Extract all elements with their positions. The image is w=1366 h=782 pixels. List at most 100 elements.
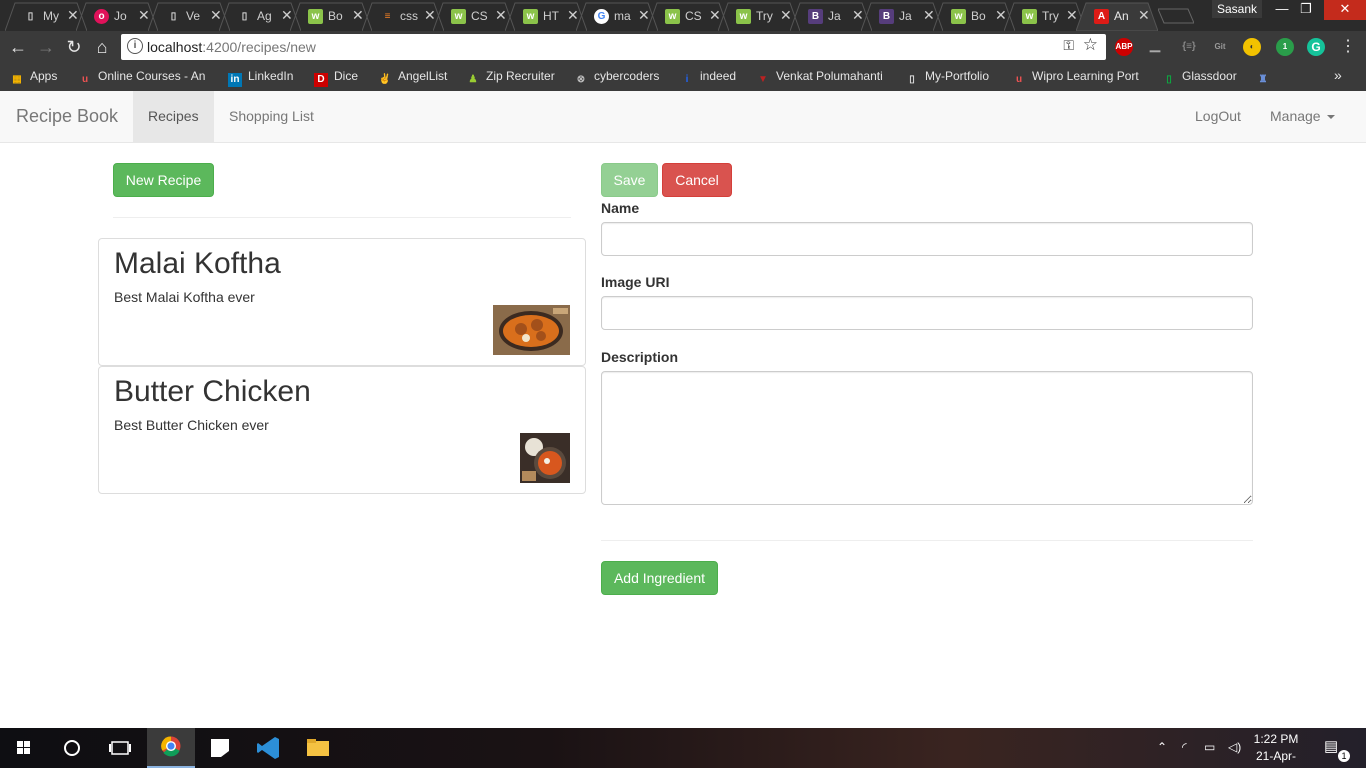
browser-tab[interactable]: ▯ Ag ✕ — [219, 2, 301, 31]
bookmark-item[interactable]: ▼ Venkat Polumahanti — [756, 69, 883, 85]
task-view-icon[interactable] — [96, 728, 144, 768]
bookmark-item[interactable]: u Online Courses - An — [78, 69, 205, 85]
pdf-icon[interactable]: ⚊ — [1146, 38, 1164, 56]
reload-icon[interactable]: ↻ — [64, 37, 84, 57]
clock-time: 1:22 PM — [1253, 732, 1299, 746]
bootstrap-icon: B — [879, 9, 894, 24]
browser-tab[interactable]: w Bo ✕ — [933, 2, 1015, 31]
key-icon[interactable]: ⚿ — [1063, 37, 1074, 54]
image-uri-label: Image URI — [601, 274, 670, 290]
adblock-icon[interactable]: ABP — [1115, 38, 1133, 56]
browser-tab[interactable]: B Ja ✕ — [861, 2, 943, 31]
description-textarea[interactable] — [601, 371, 1253, 505]
browser-tab[interactable]: w Bo ✕ — [290, 2, 372, 31]
address-bar[interactable]: i localhost:4200/recipes/new ⚿ ☆ — [121, 34, 1106, 60]
browser-tab[interactable]: ▯ Ve ✕ — [148, 2, 230, 31]
w3-icon: w — [451, 9, 466, 24]
browser-tab[interactable]: w CS ✕ — [647, 2, 729, 31]
cortana-search-icon[interactable] — [48, 728, 96, 768]
extension-badge-icon[interactable]: 1 — [1276, 38, 1294, 56]
extension-moon-icon[interactable]: ◐ — [1243, 38, 1261, 56]
bookmark-item[interactable]: u Wipro Learning Port — [1012, 69, 1139, 85]
bookmark-item[interactable]: ⊗ cybercoders — [574, 69, 660, 85]
bookmark-star-icon[interactable]: ☆ — [1083, 35, 1098, 55]
battery-icon[interactable]: ▭ — [1204, 740, 1215, 754]
windows-start-icon[interactable] — [0, 728, 48, 768]
bookmark-item[interactable]: ♜ — [1256, 69, 1276, 85]
tab-title: ma — [614, 9, 631, 23]
browser-tab[interactable]: B Ja ✕ — [790, 2, 872, 31]
document-icon: ▯ — [909, 74, 915, 85]
bookmarks-overflow-icon[interactable]: » — [1334, 67, 1342, 83]
browser-tab[interactable]: w Try ✕ — [718, 2, 800, 31]
info-icon[interactable]: i — [127, 38, 143, 54]
browser-tab[interactable]: G ma ✕ — [576, 2, 658, 31]
browser-tab[interactable]: ≡ css ✕ — [362, 2, 444, 31]
browser-tab[interactable]: ▯ My ✕ — [5, 2, 87, 31]
browser-tab[interactable]: w HT ✕ — [505, 2, 587, 31]
new-recipe-button[interactable]: New Recipe — [113, 163, 214, 197]
bookmark-label: indeed — [700, 69, 737, 83]
file-explorer-icon[interactable] — [294, 728, 342, 768]
close-window-icon[interactable]: ✕ — [1324, 0, 1366, 20]
action-center-icon[interactable]: ▤ — [1324, 737, 1338, 755]
bookmark-item[interactable]: ▯ My-Portfolio — [905, 69, 989, 85]
bookmark-label: My-Portfolio — [925, 69, 990, 83]
bookmark-item[interactable]: ▯ Glassdoor — [1162, 69, 1236, 85]
bookmark-item[interactable]: i indeed — [680, 69, 736, 85]
grammarly-icon[interactable]: G — [1307, 38, 1325, 56]
git-zip-icon[interactable]: Git — [1211, 38, 1229, 56]
menu-icon[interactable]: ⋮ — [1338, 37, 1358, 57]
browser-tab-active[interactable]: A An ✕ — [1076, 2, 1158, 31]
system-clock[interactable]: 1:22 PM 21-Apr-18 — [1250, 731, 1302, 782]
name-label: Name — [601, 200, 640, 216]
bookmark-item[interactable]: ♟ Zip Recruiter — [466, 69, 555, 85]
browser-tab[interactable]: w CS ✕ — [433, 2, 515, 31]
nav-manage-dropdown[interactable]: Manage — [1255, 91, 1350, 142]
bookmark-label: Wipro Learning Port — [1032, 69, 1139, 83]
tab-title: CS — [471, 9, 488, 23]
vscode-icon[interactable] — [245, 728, 293, 768]
name-input[interactable] — [601, 222, 1253, 256]
browser-tab[interactable]: w Try ✕ — [1004, 2, 1086, 31]
w3-icon: w — [951, 9, 966, 24]
w3-icon: w — [1022, 9, 1037, 24]
add-ingredient-button[interactable]: Add Ingredient — [601, 561, 718, 595]
bookmark-item[interactable]: ▦ Apps — [10, 69, 57, 85]
home-icon[interactable]: ⌂ — [92, 37, 112, 57]
nav-recipes[interactable]: Recipes — [133, 91, 214, 142]
nav-logout[interactable]: LogOut — [1180, 91, 1256, 142]
profile-button[interactable]: Sasank — [1212, 0, 1262, 18]
browser-tab[interactable]: o Jo ✕ — [76, 2, 158, 31]
tray-chevron-up-icon[interactable]: ⌃ — [1157, 740, 1167, 754]
wifi-icon[interactable]: ◜ — [1182, 740, 1187, 754]
sticky-notes-icon[interactable] — [196, 728, 244, 768]
forward-icon[interactable]: → — [36, 37, 56, 57]
new-tab-button[interactable] — [1158, 8, 1194, 24]
tab-title: Jo — [114, 9, 127, 23]
chrome-taskbar-icon[interactable] — [147, 728, 195, 768]
brand-link[interactable]: Recipe Book — [16, 106, 118, 127]
bookmark-item[interactable]: ✌ AngelList — [378, 69, 448, 85]
back-icon[interactable]: ← — [8, 37, 28, 57]
recipe-item[interactable]: Butter Chicken Best Butter Chicken ever — [98, 366, 586, 494]
tab-title: css — [400, 9, 418, 23]
bookmark-item[interactable]: in LinkedIn — [228, 69, 293, 87]
volume-icon[interactable]: ◁) — [1228, 740, 1241, 754]
close-icon[interactable]: ✕ — [1138, 7, 1150, 24]
tab-title: Try — [756, 9, 773, 23]
image-uri-input[interactable] — [601, 296, 1253, 330]
cybercoders-icon: ⊗ — [576, 74, 586, 85]
restore-icon[interactable]: ❐ — [1292, 0, 1320, 20]
manage-label: Manage — [1270, 108, 1321, 124]
url-text[interactable]: localhost:4200/recipes/new — [147, 39, 316, 55]
bookmark-item[interactable]: D Dice — [314, 69, 358, 87]
notification-count-badge: 1 — [1338, 750, 1350, 762]
recipe-name: Butter Chicken — [114, 375, 311, 408]
cancel-button[interactable]: Cancel — [662, 163, 732, 197]
recipe-item[interactable]: Malai Koftha Best Malai Koftha ever — [98, 238, 586, 366]
nav-shopping-list[interactable]: Shopping List — [214, 91, 329, 142]
json-icon[interactable]: {≡} — [1180, 38, 1198, 56]
save-button[interactable]: Save — [601, 163, 658, 197]
tab-title: Ag — [257, 9, 272, 23]
